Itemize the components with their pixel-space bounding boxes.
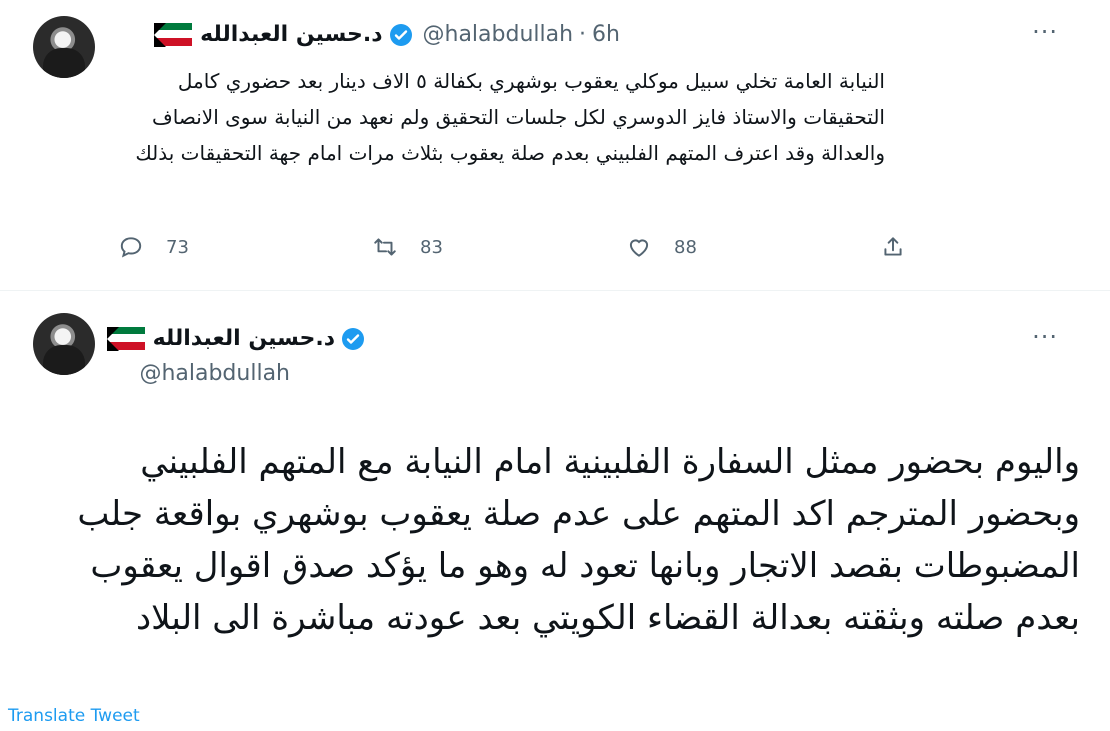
retweet-icon [374, 238, 396, 256]
reply-icon [120, 237, 142, 258]
heart-icon [629, 239, 649, 257]
tweet-text: واليوم بحضور ممثل السفارة الفلبينية امام… [77, 442, 1080, 638]
author-display-name[interactable]: د.حسين العبدالله [200, 22, 382, 47]
retweet-count: 83 [420, 236, 443, 258]
separator-dot: · [579, 22, 587, 47]
tweet-text: النيابة العامة تخلي سبيل موكلي يعقوب بوش… [135, 69, 885, 165]
verified-badge-icon [342, 327, 364, 350]
author-handle[interactable]: @halabdullah [139, 361, 290, 386]
author-display-name[interactable]: د.حسين العبدالله [153, 326, 335, 351]
tweet-timestamp[interactable]: 6h [592, 22, 620, 47]
share-button[interactable] [880, 234, 1110, 260]
more-options-icon[interactable]: ··· [1032, 325, 1058, 349]
tweet-header: د.حسين العبدالله @halabdullah · 6h [154, 22, 620, 47]
tweet-1[interactable]: د.حسين العبدالله @halabdullah · 6h ··· ا… [0, 0, 1110, 291]
author-handle[interactable]: @halabdullah [423, 22, 574, 47]
reply-count: 73 [166, 236, 189, 258]
avatar[interactable] [33, 16, 95, 78]
retweet-button[interactable]: 83 [372, 234, 626, 260]
tweet-header: د.حسين العبدالله [106, 326, 365, 351]
like-button[interactable]: 88 [626, 234, 880, 260]
tweet-2[interactable]: د.حسين العبدالله @halabdullah ··· واليوم… [0, 291, 1110, 731]
reply-button[interactable]: 73 [118, 234, 372, 260]
like-count: 88 [674, 236, 697, 258]
kuwait-flag-icon [154, 22, 193, 47]
share-icon [884, 237, 902, 256]
avatar[interactable] [33, 313, 95, 375]
kuwait-flag-icon [106, 326, 145, 351]
more-options-icon[interactable]: ··· [1032, 20, 1058, 44]
translate-tweet-link[interactable]: Translate Tweet [8, 706, 140, 726]
tweet-actions: 73 83 88 [118, 234, 1110, 260]
verified-badge-icon [389, 23, 412, 46]
